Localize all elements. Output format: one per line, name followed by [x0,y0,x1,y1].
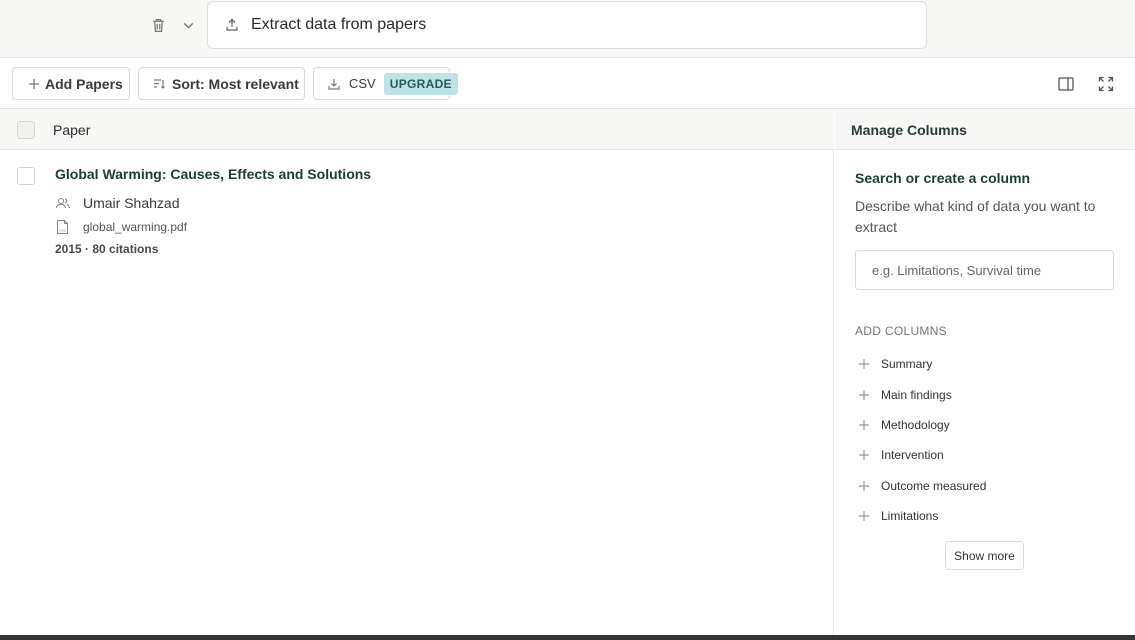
column-option-label: Summary [881,357,933,372]
chevron-down-icon[interactable] [180,17,197,34]
plus-icon [858,449,870,461]
plus-icon [858,480,870,492]
papers-panel: Add Papers Sort: Most relevant CSV UPGRA… [0,57,1135,636]
add-column-limitations[interactable]: Limitations [855,501,1115,531]
top-bar: Extract data from papers [0,0,1135,57]
manage-columns-panel: Manage Columns Search or create a column… [835,109,1135,636]
manage-columns-title: Manage Columns [851,122,967,138]
trash-icon[interactable] [150,17,167,34]
papers-table: Paper Global Warming: Causes, Effects an… [0,109,834,636]
sidebar-toggle-icon[interactable] [1057,75,1075,93]
sort-label: Sort: Most relevant [172,75,299,92]
add-papers-label: Add Papers [45,75,123,92]
pdf-file-icon [55,219,70,235]
paper-title-link[interactable]: Global Warming: Causes, Effects and Solu… [55,166,371,182]
plus-icon [858,510,870,522]
toolbar: Add Papers Sort: Most relevant CSV UPGRA… [0,58,1135,109]
sort-button[interactable]: Sort: Most relevant [138,67,305,100]
add-papers-button[interactable]: Add Papers [12,67,130,100]
column-header-paper: Paper [53,122,91,138]
extract-data-button[interactable]: Extract data from papers [207,1,927,49]
select-all-checkbox[interactable] [17,121,35,139]
manage-columns-header: Manage Columns [835,109,1135,150]
table-row: Global Warming: Causes, Effects and Solu… [0,150,834,270]
extract-data-label: Extract data from papers [251,16,427,33]
add-column-methodology[interactable]: Methodology [855,410,1115,440]
show-more-button[interactable]: Show more [945,541,1024,570]
expand-icon[interactable] [1097,75,1115,93]
column-option-label: Methodology [881,417,950,432]
csv-label: CSV [349,76,376,91]
paper-meta: 2015 · 80 citations [55,242,159,256]
add-column-main-findings[interactable]: Main findings [855,379,1115,409]
download-icon [327,77,341,91]
search-column-description: Describe what kind of data you want to e… [855,198,1096,235]
paper-file[interactable]: global_warming.pdf [55,219,187,235]
column-search-input[interactable] [855,250,1114,290]
column-option-label: Intervention [881,448,944,463]
paper-author: Umair Shahzad [55,195,180,211]
upload-icon [224,17,240,33]
csv-export-button[interactable]: CSV UPGRADE [313,67,458,100]
window-bottom-edge [0,635,1135,640]
table-header: Paper [0,109,834,150]
plus-icon [27,77,41,91]
file-name: global_warming.pdf [83,220,188,234]
search-column-heading: Search or create a column [855,170,1031,186]
add-columns-label: ADD COLUMNS [855,324,947,338]
plus-icon [858,419,870,431]
column-option-label: Limitations [881,509,939,524]
column-options-list: Summary Main findings Methodology Interv… [855,349,1115,531]
plus-icon [858,389,870,401]
add-column-summary[interactable]: Summary [855,349,1115,379]
row-checkbox[interactable] [17,167,35,185]
plus-icon [858,358,870,370]
sort-icon [152,77,166,91]
column-option-label: Main findings [881,387,952,402]
column-option-label: Outcome measured [881,478,987,493]
add-column-intervention[interactable]: Intervention [855,440,1115,470]
authors-icon [55,196,71,210]
upgrade-badge[interactable]: UPGRADE [383,72,458,95]
author-name: Umair Shahzad [83,195,180,211]
add-column-outcome-measured[interactable]: Outcome measured [855,471,1115,501]
